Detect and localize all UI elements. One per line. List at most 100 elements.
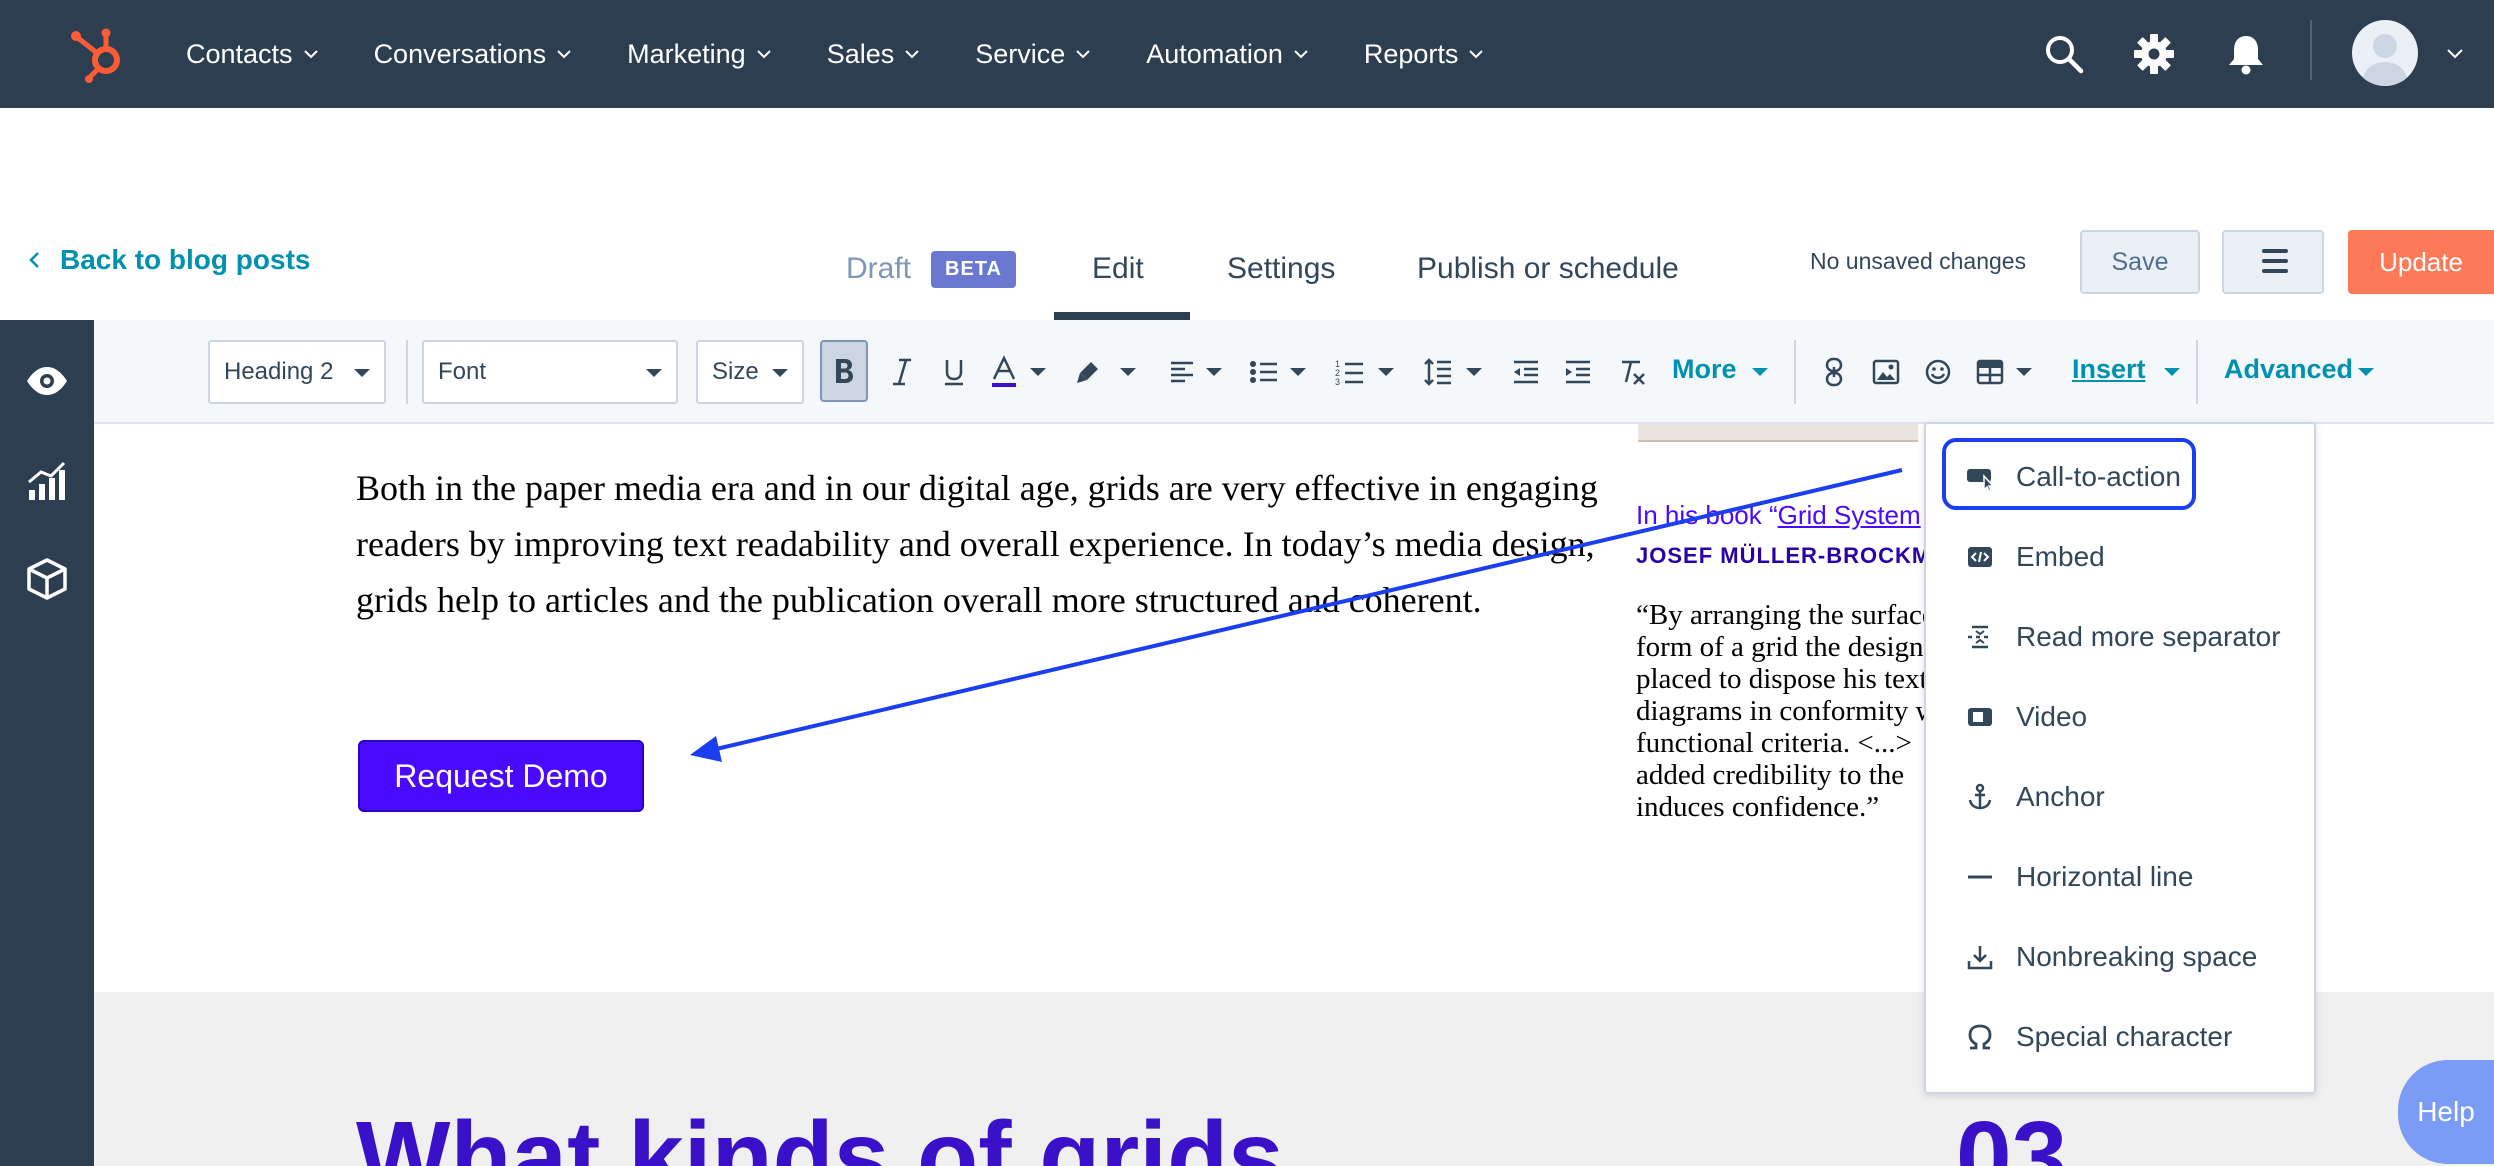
caret-down-icon[interactable] [2164, 368, 2180, 376]
tab-publish-label: Publish or schedule [1417, 252, 1679, 285]
section-heading[interactable]: What kinds of grids [356, 1100, 1284, 1166]
text-color-button[interactable] [984, 350, 1024, 394]
advanced-menu-link[interactable]: Advanced [2224, 354, 2353, 385]
indent-icon [1566, 360, 1590, 384]
body-paragraph[interactable]: Both in the paper media era and in our d… [356, 460, 1606, 628]
horizontal-line-icon [1968, 875, 1992, 879]
toolbar-divider [2196, 340, 2198, 404]
nav-item-label: Automation [1146, 38, 1283, 69]
update-button[interactable]: Update [2348, 230, 2494, 294]
line-height-button[interactable] [1418, 350, 1458, 394]
gear-icon[interactable] [2132, 32, 2176, 76]
help-button[interactable]: Help [2398, 1060, 2494, 1164]
book-title-link[interactable]: Grid System [1778, 500, 1921, 530]
menu-item-label: Embed [2016, 541, 2105, 572]
menu-item-label: Video [2016, 701, 2088, 732]
bell-icon[interactable] [2224, 32, 2268, 76]
back-to-blog-posts-link[interactable]: Back to blog posts [28, 244, 310, 276]
caret-down-icon[interactable] [1030, 368, 1046, 376]
insert-link-button[interactable] [1814, 350, 1854, 394]
numbered-list-button[interactable]: 123 [1330, 350, 1370, 394]
block-style-select[interactable]: Heading 2 [208, 340, 386, 404]
caret-down-icon[interactable] [1120, 368, 1136, 376]
outdent-icon [1514, 360, 1538, 384]
nav-item-service[interactable]: Service [975, 39, 1091, 70]
block-style-value: Heading 2 [224, 358, 334, 385]
caret-down-icon[interactable] [1466, 368, 1482, 376]
bold-button[interactable] [820, 340, 868, 402]
search-icon[interactable] [2042, 32, 2086, 76]
tab-draft-label: Draft [846, 252, 912, 285]
nav-item-label: Service [975, 38, 1066, 69]
insert-emoji-button[interactable] [1918, 350, 1958, 394]
beta-badge: BETA [931, 250, 1016, 288]
nav-item-label: Conversations [373, 38, 547, 69]
caret-down-icon[interactable] [2358, 368, 2374, 376]
tab-settings[interactable]: Settings [1227, 218, 1335, 320]
italic-button[interactable] [882, 350, 922, 394]
decrease-indent-button[interactable] [1506, 350, 1546, 394]
nav-item-marketing[interactable]: Marketing [627, 39, 772, 70]
bulleted-list-button[interactable] [1244, 350, 1284, 394]
insert-menu-item-read-more-separator[interactable]: Read more separator [1926, 602, 2316, 672]
hubspot-logo-icon[interactable] [66, 22, 130, 86]
insert-menu-item-special-character[interactable]: Special character [1926, 1002, 2316, 1072]
insert-menu-item-embed[interactable]: Embed [1926, 522, 2316, 592]
caret-down-icon[interactable] [1290, 368, 1306, 376]
text-align-button[interactable] [1162, 350, 1202, 394]
image-icon [1872, 359, 1900, 385]
insert-menu-item-video[interactable]: Video [1926, 682, 2316, 752]
nav-item-contacts[interactable]: Contacts [186, 39, 319, 70]
nav-item-sales[interactable]: Sales [827, 39, 921, 70]
numbered-list-icon: 123 [1335, 359, 1363, 385]
avatar[interactable] [2352, 20, 2418, 86]
more-formatting-link[interactable]: More [1672, 354, 1737, 385]
chevron-down-icon [303, 50, 318, 59]
request-demo-cta-button[interactable]: Request Demo [358, 740, 644, 812]
tab-draft[interactable]: Draft BETA [846, 218, 1016, 320]
caret-down-icon[interactable] [1206, 368, 1222, 376]
caret-down-icon[interactable] [1378, 368, 1394, 376]
omega-icon [1968, 1024, 1992, 1050]
more-actions-menu-button[interactable] [2222, 230, 2324, 294]
save-button[interactable]: Save [2080, 230, 2200, 294]
menu-item-label: Horizontal line [2016, 861, 2194, 892]
top-navigation-bar: Contacts Conversations Marketing Sales S… [0, 0, 2494, 108]
insert-image-button[interactable] [1866, 350, 1906, 394]
table-icon [1976, 359, 2004, 385]
increase-indent-button[interactable] [1558, 350, 1598, 394]
clear-formatting-button[interactable] [1612, 350, 1652, 394]
caret-down-icon[interactable] [2016, 368, 2032, 376]
nav-item-conversations[interactable]: Conversations [374, 39, 573, 70]
font-family-select[interactable]: Font [422, 340, 678, 404]
nav-item-reports[interactable]: Reports [1364, 39, 1485, 70]
insert-menu-item-nonbreaking-space[interactable]: Nonbreaking space [1926, 922, 2316, 992]
menu-item-label: Nonbreaking space [2016, 941, 2258, 972]
clear-format-icon [1622, 360, 1645, 385]
highlight-color-button[interactable] [1068, 350, 1108, 394]
insert-menu-item-anchor[interactable]: Anchor [1926, 762, 2316, 832]
insert-table-button[interactable] [1970, 350, 2010, 394]
book-reference-prefix: In his book “ [1636, 500, 1778, 530]
chevron-down-icon[interactable] [2446, 48, 2464, 59]
tab-settings-label: Settings [1227, 252, 1336, 285]
menu-item-label: Read more separator [2016, 621, 2281, 652]
read-more-separator-icon [1968, 625, 1988, 649]
insert-menu-item-horizontal-line[interactable]: Horizontal line [1926, 842, 2316, 912]
analytics-icon[interactable] [24, 458, 70, 504]
module-cube-icon[interactable] [24, 556, 70, 602]
tab-publish-or-schedule[interactable]: Publish or schedule [1417, 218, 1679, 320]
tab-edit[interactable]: Edit [1092, 218, 1144, 320]
underline-button[interactable] [934, 350, 974, 394]
left-sidebar [0, 320, 94, 1166]
caret-down-icon [646, 369, 662, 377]
nav-item-automation[interactable]: Automation [1146, 39, 1309, 70]
link-icon [1825, 357, 1843, 387]
back-link-label: Back to blog posts [60, 244, 311, 275]
caret-down-icon[interactable] [1752, 368, 1768, 376]
eye-icon[interactable] [24, 358, 70, 404]
font-size-select[interactable]: Size [696, 340, 804, 404]
insert-menu-link[interactable]: Insert [2072, 354, 2146, 385]
rich-text-toolbar: Heading 2 Font Size 123 More Insert Adva… [94, 320, 2494, 424]
menu-item-label: Special character [2016, 1021, 2233, 1052]
